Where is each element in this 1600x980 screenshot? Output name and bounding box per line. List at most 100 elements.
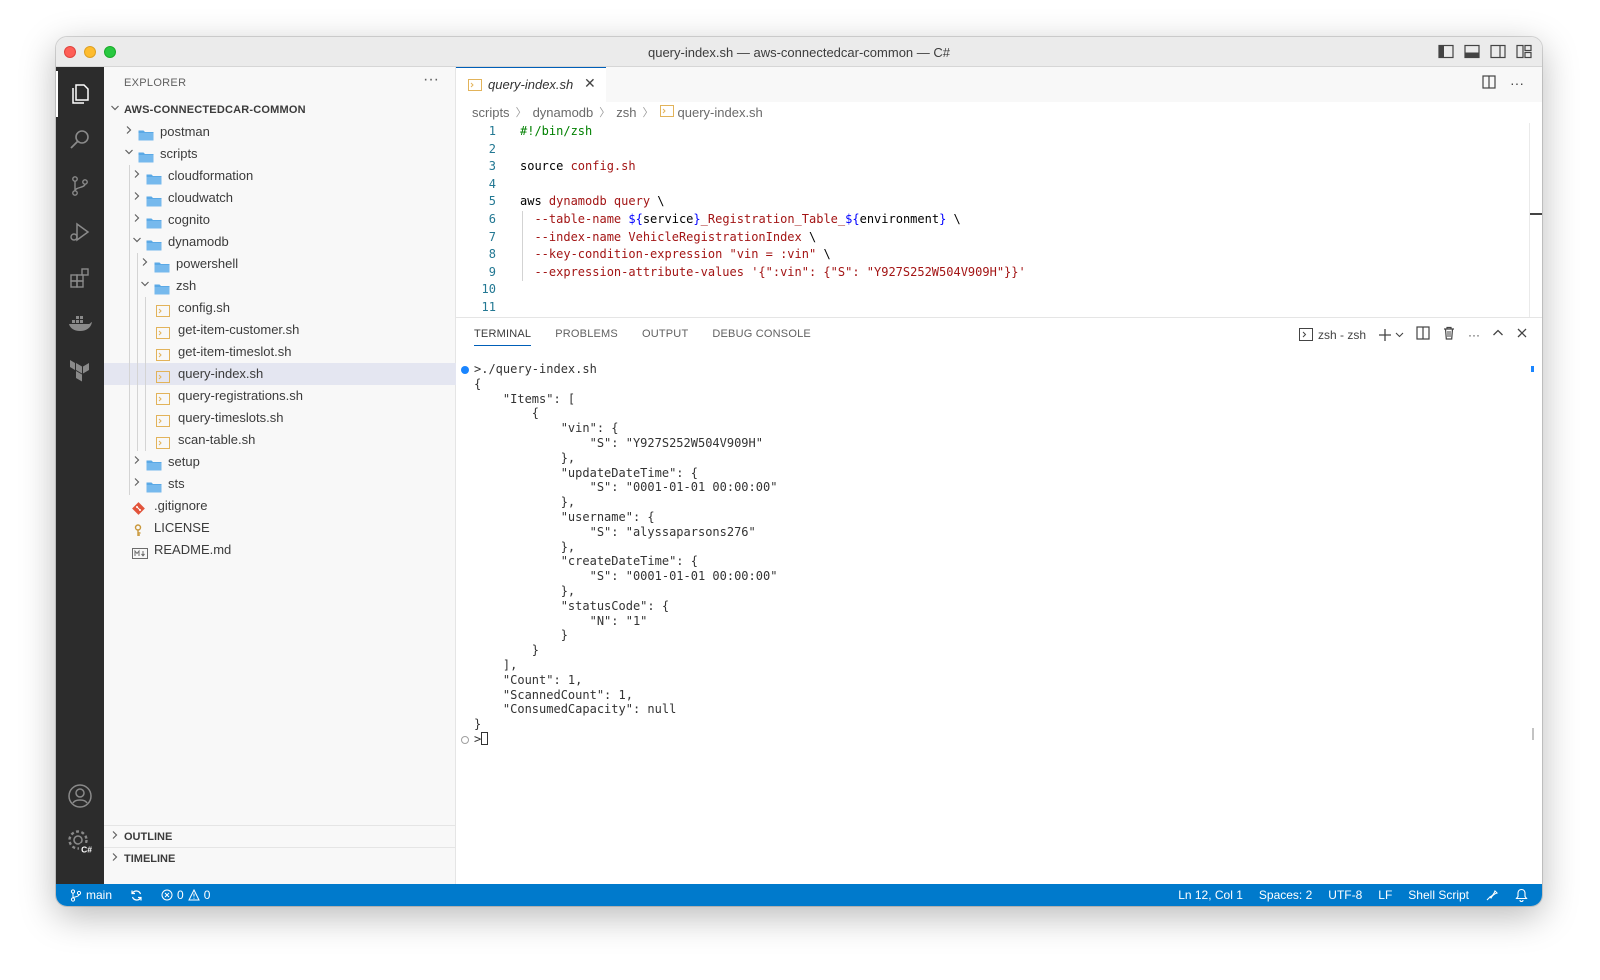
close-panel-icon[interactable] bbox=[1516, 327, 1528, 342]
tree-file[interactable]: config.sh bbox=[104, 297, 456, 319]
indent-guide bbox=[129, 473, 130, 495]
tree-file[interactable]: get-item-customer.sh bbox=[104, 319, 456, 341]
code-line: 2 bbox=[456, 141, 1542, 159]
tree-folder[interactable]: cloudformation bbox=[104, 165, 456, 187]
indentation[interactable]: Spaces: 2 bbox=[1259, 888, 1312, 902]
command-pending-dot-icon[interactable] bbox=[461, 735, 469, 744]
tree-folder[interactable]: scripts bbox=[104, 143, 456, 165]
tree-file[interactable]: query-registrations.sh bbox=[104, 385, 456, 407]
command-success-dot-icon[interactable] bbox=[461, 366, 469, 374]
terraform-icon[interactable] bbox=[56, 347, 104, 393]
account-icon[interactable] bbox=[56, 773, 104, 819]
toggle-panel-icon[interactable] bbox=[1464, 44, 1480, 59]
search-icon[interactable] bbox=[56, 117, 104, 163]
code-token: dynamodb query bbox=[548, 194, 658, 209]
terminal-selector[interactable]: zsh - zsh bbox=[1298, 328, 1366, 342]
tree-folder[interactable]: sts bbox=[104, 473, 456, 495]
terminal-text: } bbox=[474, 717, 482, 732]
docker-icon[interactable] bbox=[56, 301, 104, 347]
manage-gear-icon[interactable]: C# bbox=[56, 819, 104, 865]
terminal-prompt-line[interactable]: > bbox=[456, 731, 1542, 747]
tree-item-label: powershell bbox=[176, 256, 239, 271]
end-of-line[interactable]: LF bbox=[1378, 888, 1392, 902]
kill-terminal-trash-icon[interactable] bbox=[1442, 326, 1456, 343]
source-control-icon[interactable] bbox=[56, 163, 104, 209]
explorer-icon[interactable] bbox=[56, 71, 104, 117]
terminal-line: } bbox=[456, 717, 1542, 732]
sync-icon[interactable] bbox=[130, 889, 143, 902]
tree-folder[interactable]: setup bbox=[104, 451, 456, 473]
tab-terminal[interactable]: TERMINAL bbox=[474, 328, 532, 346]
tree-file[interactable]: README.md bbox=[104, 539, 456, 561]
terminal-text: "S": "0001-01-01 00:00:00" bbox=[474, 480, 778, 495]
vscode-window: query-index.sh — aws-connectedcar-common… bbox=[56, 37, 1542, 906]
branch-indicator[interactable]: main bbox=[70, 888, 112, 902]
indent-guide bbox=[137, 407, 138, 429]
breadcrumb-item[interactable]: scripts bbox=[472, 105, 510, 120]
feedback-icon[interactable] bbox=[1485, 888, 1499, 902]
editor-scrollbar[interactable] bbox=[1529, 123, 1530, 317]
run-debug-icon[interactable] bbox=[56, 209, 104, 255]
tree-folder[interactable]: cloudwatch bbox=[104, 187, 456, 209]
tree-file[interactable]: query-timeslots.sh bbox=[104, 407, 456, 429]
plus-icon bbox=[1379, 328, 1391, 341]
code-token: ${ bbox=[845, 211, 860, 226]
close-tab-icon[interactable]: ✕ bbox=[584, 75, 596, 92]
notifications-bell-icon[interactable] bbox=[1515, 888, 1528, 902]
code-text: --index-name VehicleRegistrationIndex \ bbox=[520, 229, 816, 247]
tab-query-index[interactable]: query-index.sh ✕ bbox=[456, 67, 606, 102]
tree-file[interactable]: .gitignore bbox=[104, 495, 456, 517]
toggle-secondary-sidebar-icon[interactable] bbox=[1490, 44, 1506, 59]
tree-item-label: dynamodb bbox=[168, 234, 229, 249]
code-editor[interactable]: 1 #!/bin/zsh 2 3 source config.sh 4 5 aws dynam… bbox=[456, 123, 1542, 317]
more-actions-icon[interactable]: ··· bbox=[1468, 328, 1480, 342]
breadcrumb-item[interactable]: zsh bbox=[616, 105, 636, 120]
explorer-more-actions[interactable]: ··· bbox=[423, 71, 439, 89]
tree-file[interactable]: scan-table.sh bbox=[104, 429, 456, 451]
timeline-section[interactable]: TIMELINE bbox=[104, 847, 456, 869]
tree-item-label: LICENSE bbox=[154, 520, 210, 535]
split-editor-icon[interactable] bbox=[1482, 75, 1496, 92]
customize-layout-icon[interactable] bbox=[1516, 44, 1532, 59]
maximize-panel-chevron-up-icon[interactable] bbox=[1492, 327, 1504, 342]
cursor-position[interactable]: Ln 12, Col 1 bbox=[1178, 888, 1243, 902]
layout-controls bbox=[1438, 44, 1532, 59]
indent-guide bbox=[129, 275, 130, 297]
bottom-panel: TERMINAL PROBLEMS OUTPUT DEBUG CONSOLE z… bbox=[456, 317, 1542, 884]
markdown-file-icon bbox=[132, 544, 148, 566]
tab-output[interactable]: OUTPUT bbox=[642, 328, 688, 346]
outline-section[interactable]: OUTLINE bbox=[104, 825, 456, 847]
new-terminal-button[interactable] bbox=[1378, 328, 1404, 342]
encoding[interactable]: UTF-8 bbox=[1328, 888, 1362, 902]
terminal-line: { bbox=[456, 377, 1542, 392]
terminal-scrollbar[interactable] bbox=[1532, 728, 1534, 740]
tree-folder[interactable]: dynamodb bbox=[104, 231, 456, 253]
problems-indicator[interactable]: 0 0 bbox=[161, 888, 210, 902]
workspace-root[interactable]: AWS-CONNECTEDCAR-COMMON bbox=[104, 99, 456, 121]
toggle-primary-sidebar-icon[interactable] bbox=[1438, 44, 1454, 59]
tree-file[interactable]: LICENSE bbox=[104, 517, 456, 539]
tree-folder[interactable]: cognito bbox=[104, 209, 456, 231]
tab-problems[interactable]: PROBLEMS bbox=[555, 328, 618, 346]
indent-guide bbox=[129, 165, 130, 187]
tree-folder[interactable]: powershell bbox=[104, 253, 456, 275]
tree-folder[interactable]: postman bbox=[104, 121, 456, 143]
error-count: 0 bbox=[177, 888, 184, 902]
terminal-line: ], bbox=[456, 658, 1542, 673]
tab-debug-console[interactable]: DEBUG CONSOLE bbox=[712, 328, 811, 346]
extensions-icon[interactable] bbox=[56, 255, 104, 301]
breadcrumb-item[interactable]: query-index.sh bbox=[678, 105, 763, 120]
terminal-line: "updateDateTime": { bbox=[456, 466, 1542, 481]
language-mode[interactable]: Shell Script bbox=[1408, 888, 1469, 902]
tree-file[interactable]: get-item-timeslot.sh bbox=[104, 341, 456, 363]
terminal-input[interactable]: > bbox=[474, 731, 489, 747]
tree-file[interactable]: query-index.sh bbox=[104, 363, 456, 385]
terminal-output[interactable]: >./query-index.sh{ "Items": [ { "vin": {… bbox=[456, 362, 1542, 747]
terminal-text: } bbox=[474, 628, 568, 643]
terminal-text: }, bbox=[474, 539, 576, 554]
tree-folder[interactable]: zsh bbox=[104, 275, 456, 297]
more-actions-icon[interactable]: ··· bbox=[1510, 75, 1524, 92]
terminal-text: { bbox=[474, 376, 482, 391]
split-terminal-icon[interactable] bbox=[1416, 326, 1430, 343]
breadcrumb-item[interactable]: dynamodb bbox=[533, 105, 594, 120]
